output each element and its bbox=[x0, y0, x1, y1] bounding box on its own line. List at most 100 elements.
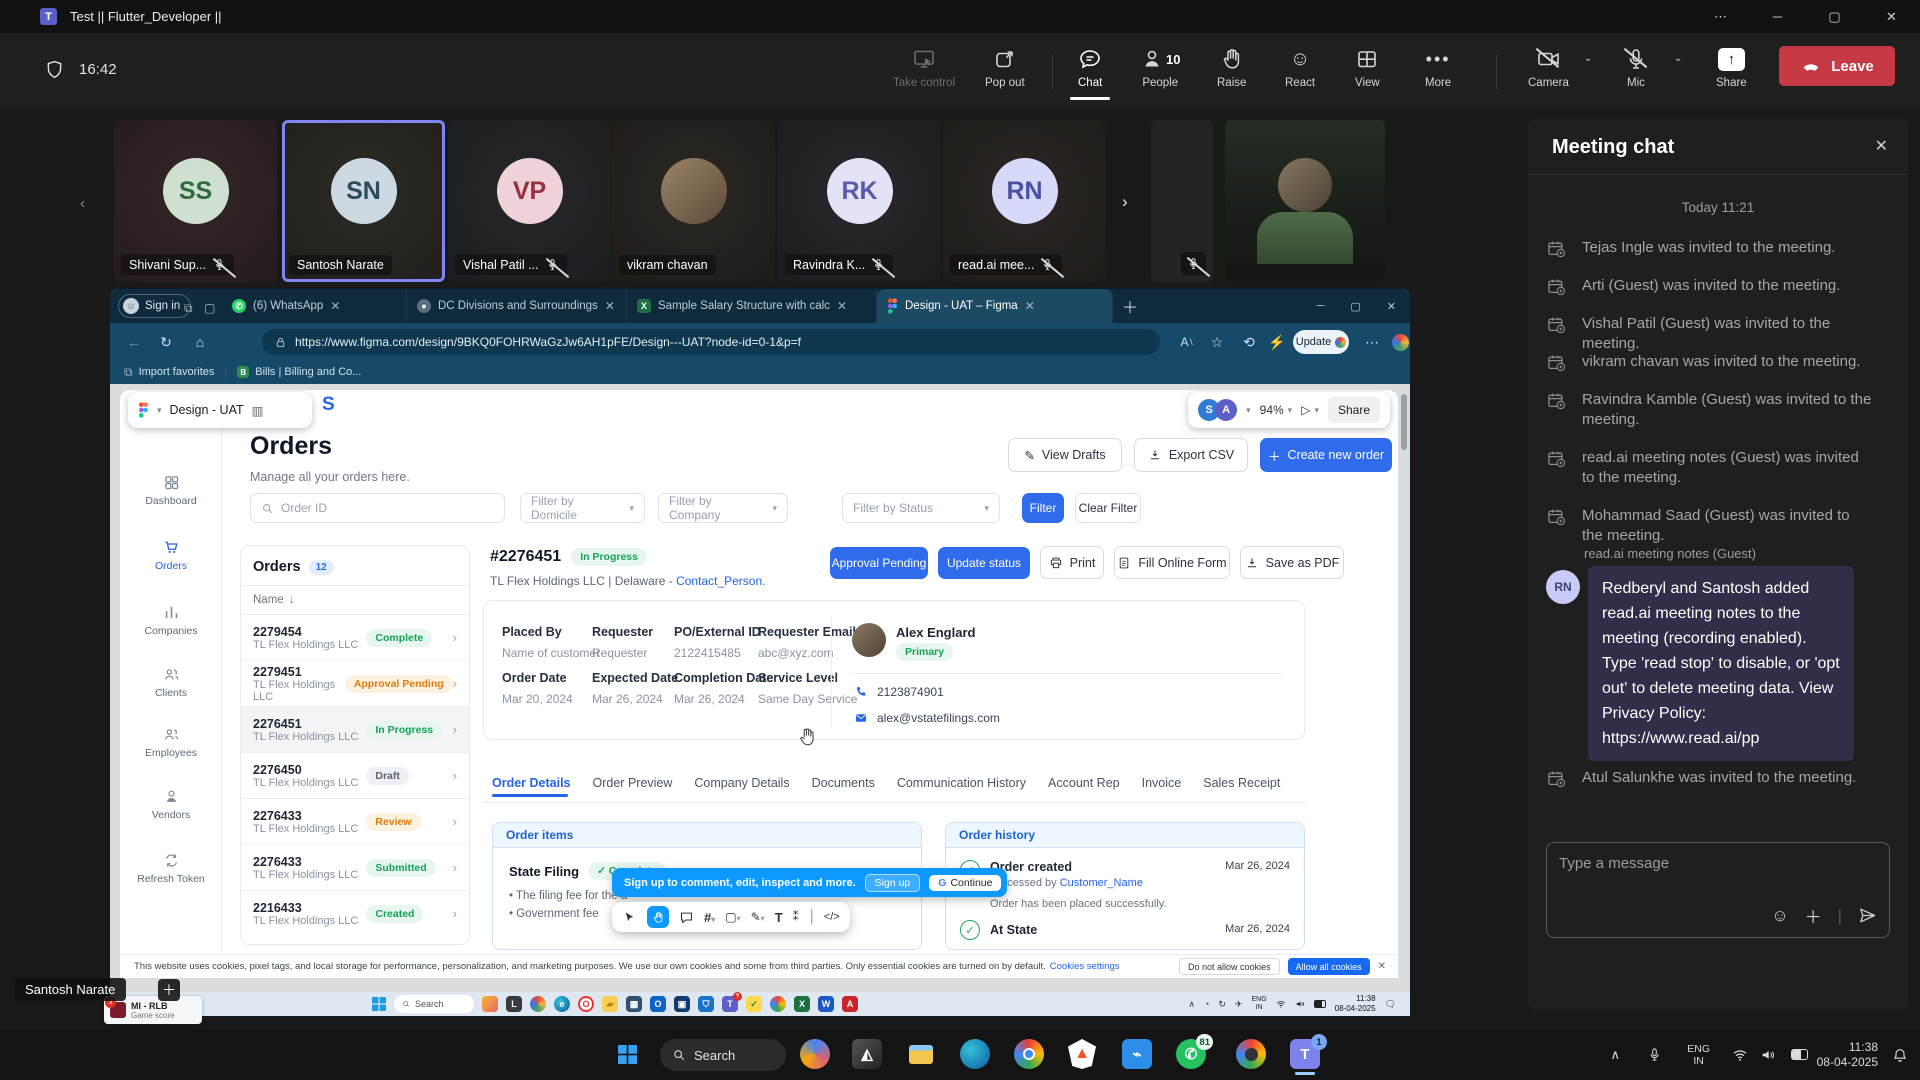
avatars-chevron[interactable]: ▾ bbox=[1246, 405, 1251, 416]
shared-opera-icon[interactable]: O bbox=[578, 996, 594, 1012]
video-tile-partial[interactable] bbox=[1151, 120, 1213, 282]
order-row-selected[interactable]: 2276451TL Flex Holdings LLC In Progress … bbox=[241, 706, 469, 752]
video-tile[interactable]: RK Ravindra K... bbox=[778, 120, 941, 282]
pen-tool-icon[interactable]: ✎▾ bbox=[751, 910, 765, 924]
tab-close-icon[interactable]: ✕ bbox=[1025, 299, 1035, 313]
figma-share-button[interactable]: Share bbox=[1328, 397, 1380, 423]
video-tile[interactable]: VP Vishal Patil ... bbox=[448, 120, 611, 282]
layout-panel-icon[interactable]: ▥ bbox=[252, 403, 264, 418]
vscode-icon[interactable]: ⌁ bbox=[1122, 1039, 1152, 1069]
tab-whatsapp[interactable]: ✆ (6) WhatsApp✕ bbox=[222, 289, 407, 323]
sidebar-item-dashboard[interactable]: Dashboard bbox=[120, 474, 222, 507]
shared-tray-chevron[interactable]: ∧ bbox=[1188, 999, 1195, 1010]
shared-teams-icon[interactable]: T? bbox=[722, 996, 738, 1012]
collections-icon[interactable]: ⟲ bbox=[1238, 329, 1260, 355]
save-as-pdf-button[interactable]: Save as PDF bbox=[1240, 546, 1344, 579]
tab-close-icon[interactable]: ✕ bbox=[837, 299, 847, 313]
shared-copilot-icon[interactable] bbox=[530, 996, 546, 1012]
sign-up-button[interactable]: Sign up bbox=[865, 874, 921, 892]
sidebar-item-vendors[interactable]: Vendors bbox=[120, 788, 222, 821]
fill-online-form-button[interactable]: Fill Online Form bbox=[1114, 546, 1230, 579]
clear-filter-button[interactable]: Clear Filter bbox=[1075, 493, 1141, 523]
tray-mic-icon[interactable] bbox=[1647, 1047, 1662, 1062]
google-continue-button[interactable]: GContinue bbox=[929, 875, 1001, 891]
shared-todo-icon[interactable]: ✓ bbox=[746, 996, 762, 1012]
chat-button[interactable]: Chat bbox=[1078, 47, 1102, 89]
shared-weather-icon[interactable] bbox=[482, 996, 498, 1012]
shared-folder-icon[interactable]: ▰ bbox=[602, 996, 618, 1012]
chrome-profile-icon[interactable] bbox=[1236, 1039, 1266, 1069]
browser-close-icon[interactable]: ✕ bbox=[1387, 300, 1396, 313]
allow-cookies-button[interactable]: Allow all cookies bbox=[1288, 958, 1370, 975]
view-drafts-button[interactable]: ✎View Drafts bbox=[1008, 438, 1122, 472]
approval-pending-button[interactable]: Approval Pending bbox=[830, 547, 928, 579]
home-icon[interactable]: ⌂ bbox=[188, 329, 212, 355]
address-bar[interactable]: https://www.figma.com/design/9BKQ0FOHRWa… bbox=[262, 329, 1160, 355]
battery-icon[interactable] bbox=[1791, 1049, 1808, 1060]
dev-mode-icon[interactable]: </> bbox=[824, 911, 840, 923]
chrome-icon[interactable] bbox=[1014, 1039, 1044, 1069]
filter-button[interactable]: Filter bbox=[1022, 493, 1064, 523]
shared-chrome-icon[interactable] bbox=[770, 996, 786, 1012]
chat-message-input[interactable] bbox=[1547, 843, 1889, 901]
shared-search-box[interactable]: Search bbox=[394, 995, 474, 1013]
favorite-star-icon[interactable]: ☆ bbox=[1206, 329, 1228, 355]
shared-defender-icon[interactable]: ⛉ bbox=[698, 996, 714, 1012]
share-button[interactable]: ↑ Share bbox=[1716, 47, 1747, 89]
copilot-icon[interactable] bbox=[800, 1039, 830, 1069]
sidebar-item-clients[interactable]: Clients bbox=[120, 666, 222, 699]
browser-sign-in-button[interactable]: ☺ Sign in bbox=[118, 294, 191, 318]
sidebar-item-companies[interactable]: Companies bbox=[120, 604, 222, 637]
emoji-icon[interactable]: ☺ bbox=[1771, 906, 1788, 926]
contact-person-link[interactable]: Contact_Person. bbox=[676, 574, 765, 588]
tab-communication-history[interactable]: Communication History bbox=[897, 776, 1026, 790]
mic-button[interactable]: Mic bbox=[1624, 47, 1648, 89]
filter-domicile-dropdown[interactable]: Filter by Domicile▾ bbox=[520, 493, 645, 523]
attach-plus-icon[interactable]: ＋ bbox=[1805, 903, 1822, 928]
shared-acrobat-icon[interactable]: A bbox=[842, 996, 858, 1012]
tray-chevron-icon[interactable]: ∧ bbox=[1610, 1047, 1620, 1063]
deny-cookies-button[interactable]: Do not allow cookies bbox=[1179, 958, 1280, 975]
tab-excel-sheet[interactable]: X Sample Salary Structure with calc✕ bbox=[627, 289, 877, 323]
figma-menu-chevron[interactable]: ▾ bbox=[157, 405, 162, 416]
send-icon[interactable] bbox=[1858, 906, 1877, 925]
shared-excel-icon[interactable]: X bbox=[794, 996, 810, 1012]
volume-icon[interactable] bbox=[1760, 1047, 1776, 1063]
sort-label[interactable]: Name bbox=[253, 594, 284, 606]
refresh-icon[interactable]: ↻ bbox=[154, 329, 178, 355]
tab-close-icon[interactable]: ✕ bbox=[330, 299, 340, 313]
workspaces-icon[interactable]: ⧉ bbox=[184, 299, 193, 317]
order-row[interactable]: 2276433TL Flex Holdings LLC Review › bbox=[241, 798, 469, 844]
brave-icon[interactable]: ▲ bbox=[1068, 1039, 1096, 1069]
video-tile[interactable]: RN read.ai mee... bbox=[943, 120, 1106, 282]
tab-order-details[interactable]: Order Details bbox=[492, 776, 571, 790]
sidebar-item-employees[interactable]: Employees bbox=[120, 726, 222, 759]
filter-company-dropdown[interactable]: Filter by Company▾ bbox=[658, 493, 788, 523]
language-indicator[interactable]: ENGIN bbox=[1687, 1029, 1710, 1080]
hand-tool-icon-active[interactable] bbox=[647, 906, 669, 928]
teams-icon[interactable]: T 1 bbox=[1290, 1039, 1320, 1069]
order-id-search-input[interactable]: Order ID bbox=[250, 493, 505, 523]
tab-documents[interactable]: Documents bbox=[812, 776, 875, 790]
video-tile[interactable]: vikram chavan bbox=[612, 120, 775, 282]
move-tool-icon[interactable] bbox=[622, 910, 637, 925]
canvas-scrollbar-thumb[interactable] bbox=[1401, 394, 1407, 450]
tiles-scroll-left-chevron[interactable]: ‹ bbox=[80, 195, 85, 212]
taskbar-search[interactable]: Search bbox=[660, 1039, 786, 1071]
comment-tool-icon[interactable] bbox=[679, 910, 694, 925]
shared-store-icon[interactable]: ▣ bbox=[674, 996, 690, 1012]
create-new-order-button[interactable]: ＋Create new order bbox=[1260, 438, 1392, 472]
tab-figma-active[interactable]: Design - UAT – Figma✕ bbox=[877, 289, 1113, 323]
tab-sales-receipt[interactable]: Sales Receipt bbox=[1203, 776, 1280, 790]
camera-options-chevron[interactable]: ⌄ bbox=[1584, 53, 1592, 64]
import-favorites-link[interactable]: ⧉Import favorites bbox=[124, 365, 214, 380]
order-row[interactable]: 2279451TL Flex Holdings LLC Approval Pen… bbox=[241, 660, 469, 706]
app-icon-dark[interactable]: ◭ bbox=[852, 1039, 882, 1069]
window-more-button[interactable]: ⋯ bbox=[1692, 0, 1749, 33]
whatsapp-icon[interactable]: ✆ 81 bbox=[1176, 1039, 1206, 1069]
present-button[interactable]: ▷▾ bbox=[1301, 403, 1319, 417]
window-close-button[interactable]: ✕ bbox=[1863, 0, 1920, 33]
browser-maximize-icon[interactable]: ▢ bbox=[1350, 300, 1360, 313]
browser-menu-icon[interactable]: ⋯ bbox=[1362, 329, 1382, 355]
shared-start-icon[interactable] bbox=[372, 997, 386, 1011]
